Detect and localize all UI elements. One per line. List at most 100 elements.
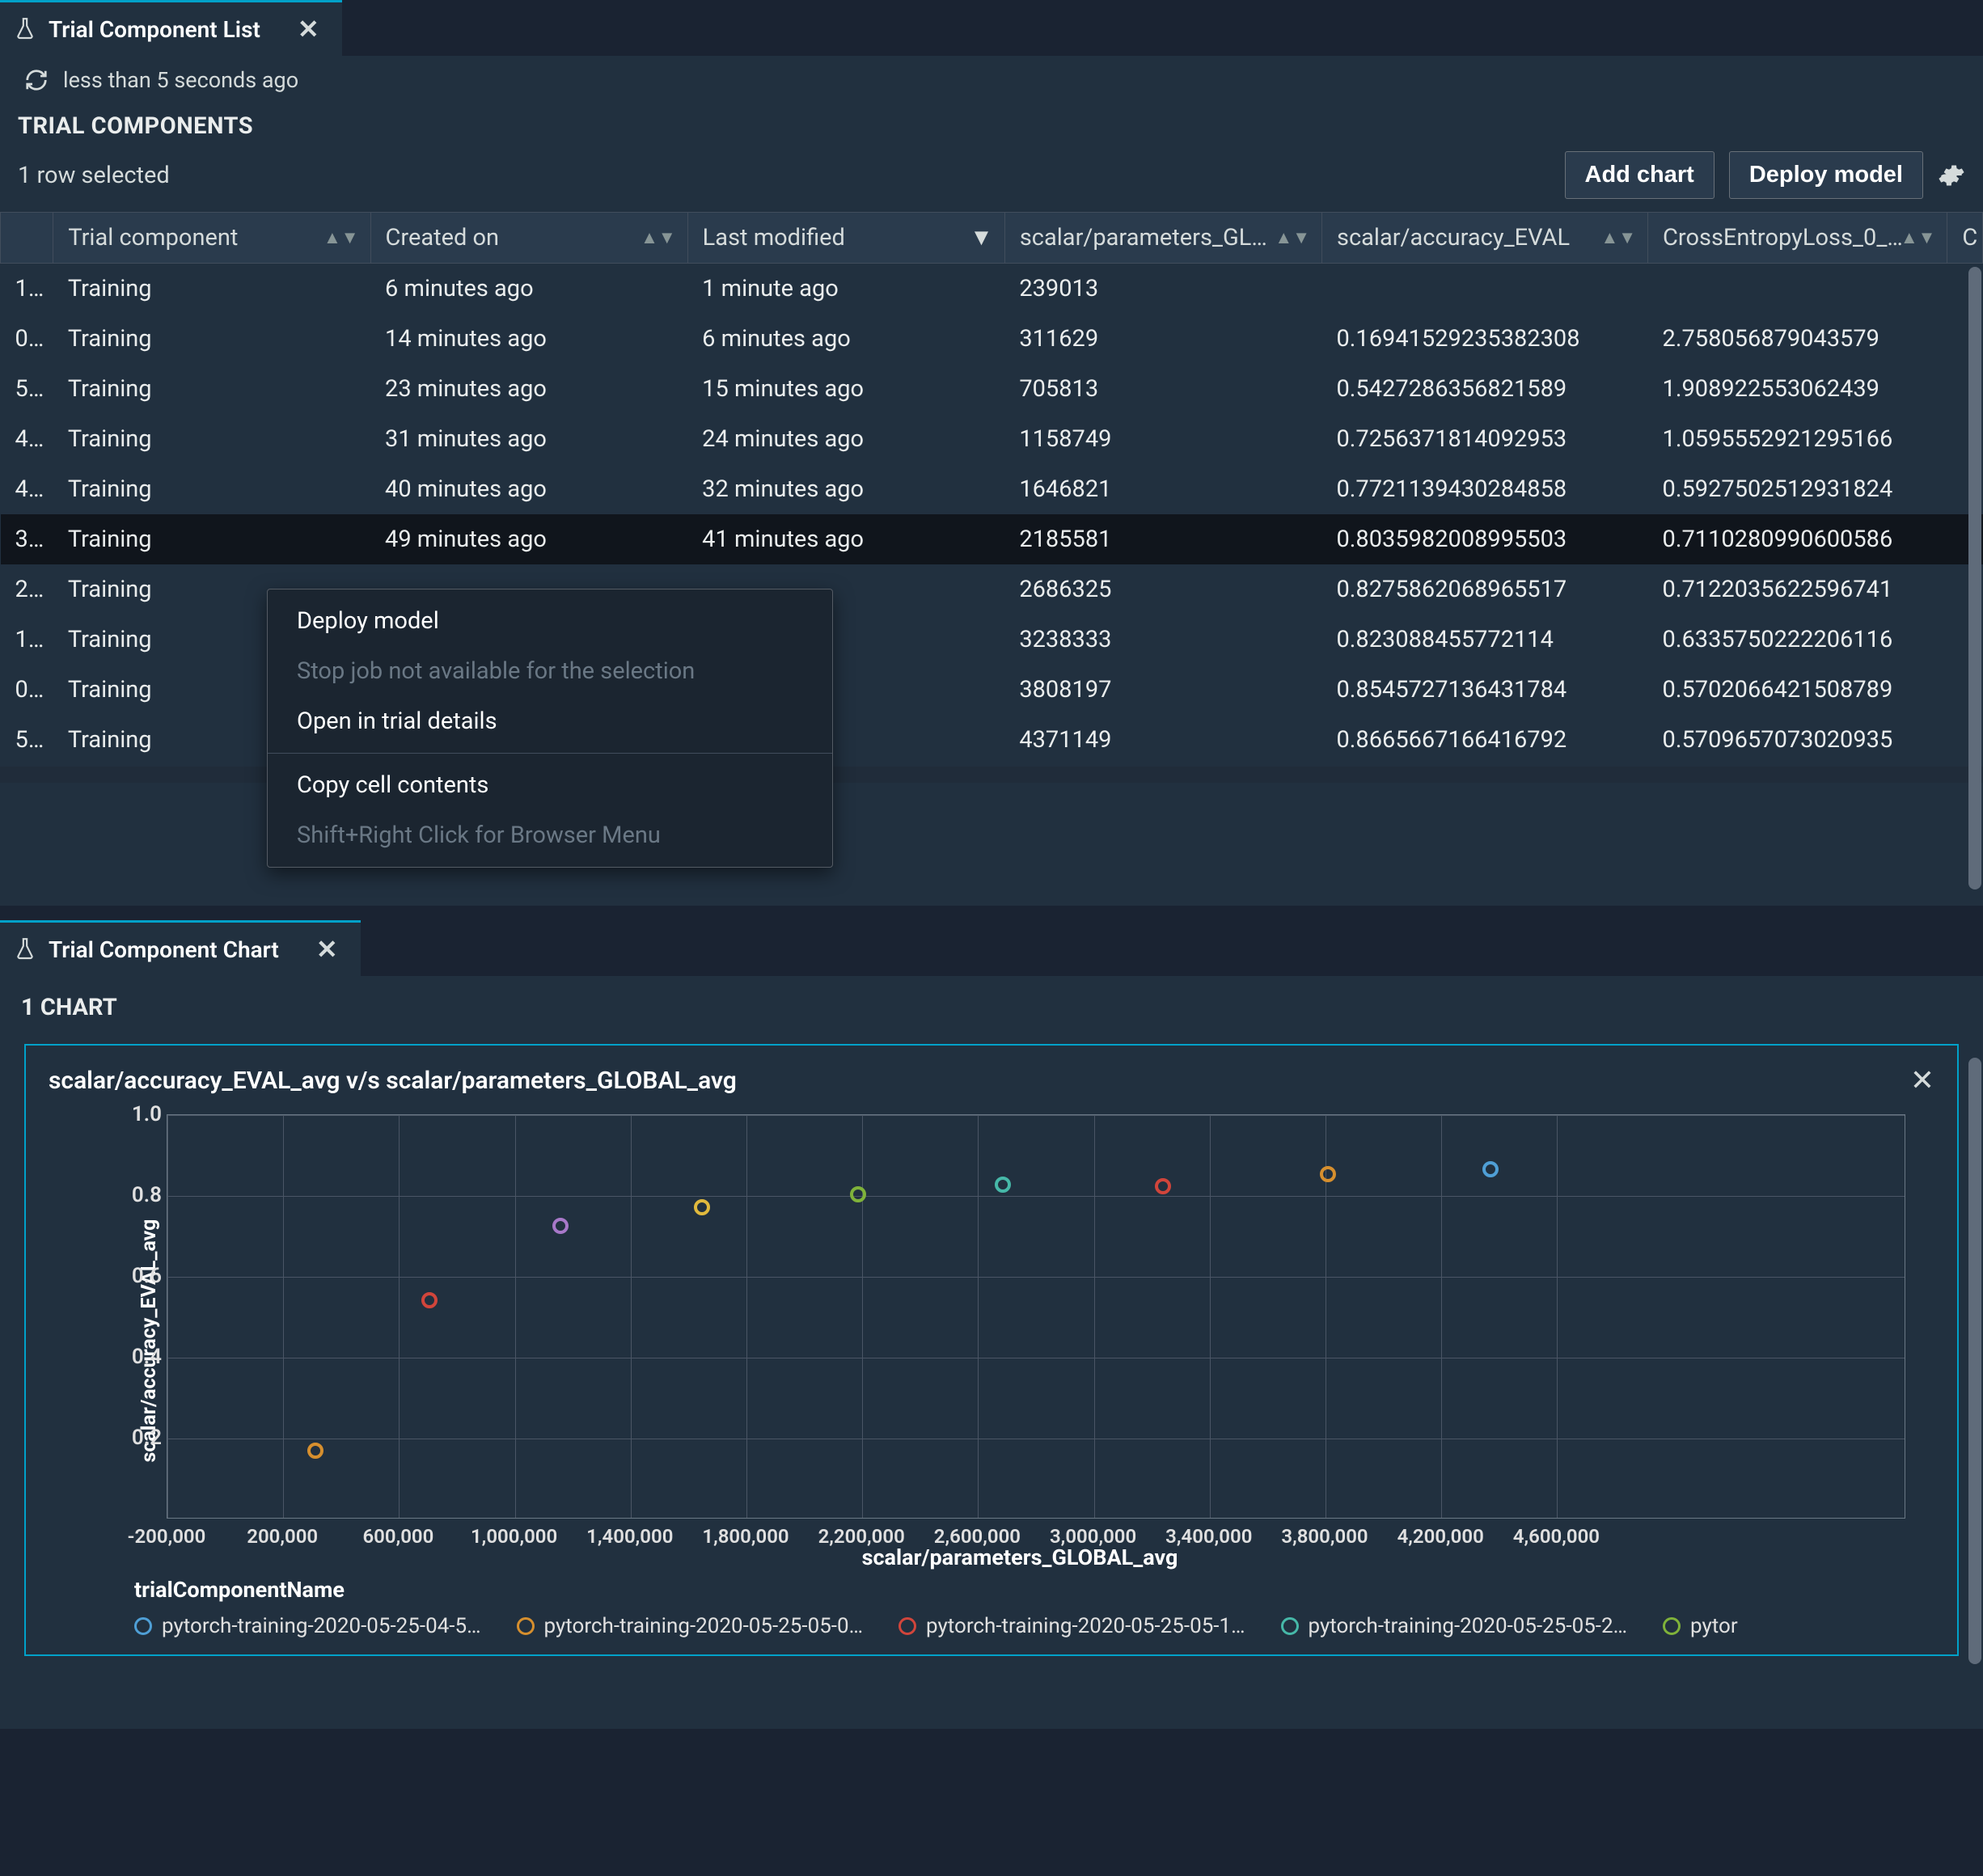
col-header-modified[interactable]: Last modified▼ (687, 213, 1004, 264)
col-header-extra[interactable]: C (1947, 213, 1983, 264)
menu-deploy-model[interactable]: Deploy model (268, 596, 832, 646)
section-title: TRIAL COMPONENTS (0, 104, 1983, 146)
close-icon[interactable]: ✕ (298, 14, 319, 44)
cell-accuracy: 0.8545727136431784 (1321, 665, 1647, 715)
trial-component-list-panel: Trial Component List ✕ less than 5 secon… (0, 0, 1983, 906)
sort-icon[interactable]: ▲▼ (323, 227, 359, 248)
cell-loss: 1.0595552921295166 (1648, 414, 1947, 464)
x-tick: -200,000 (128, 1525, 206, 1548)
x-axis-label: scalar/parameters_GLOBAL_avg (862, 1544, 1178, 1570)
table-header-row: Trial component▲▼ Created on▲▼ Last modi… (1, 213, 1983, 264)
legend-item[interactable]: pytor (1663, 1614, 1738, 1638)
cell-created: 23 minutes ago (370, 364, 687, 414)
table-row[interactable]: 3…Training49 minutes ago41 minutes ago21… (1, 514, 1983, 564)
tab-trial-component-list[interactable]: Trial Component List ✕ (0, 0, 342, 56)
cell-tc: Training (53, 514, 370, 564)
legend-row: pytorch-training-2020-05-25-04-5… pytorch… (134, 1614, 1938, 1638)
sort-icon[interactable]: ▲▼ (641, 227, 676, 248)
vertical-scrollbar[interactable] (1968, 267, 1981, 889)
cell-accuracy: 0.823088455772114 (1321, 615, 1647, 665)
chart-close-icon[interactable]: ✕ (1910, 1063, 1934, 1097)
legend-item[interactable]: pytorch-training-2020-05-25-05-0… (517, 1614, 864, 1638)
table-row[interactable]: 4…Training40 minutes ago32 minutes ago16… (1, 464, 1983, 514)
scatter-plot: scalar/accuracy_EVAL_avg scalar/paramete… (102, 1114, 1938, 1567)
x-tick: 2,200,000 (818, 1525, 905, 1548)
cell-params: 2185581 (1004, 514, 1321, 564)
cell-accuracy: 0.8275862068965517 (1321, 564, 1647, 615)
sort-icon[interactable]: ▲▼ (1600, 227, 1636, 248)
cell-loss: 1.908922553062439 (1648, 364, 1947, 414)
x-tick: 1,400,000 (586, 1525, 673, 1548)
cell-params: 1646821 (1004, 464, 1321, 514)
cell-params: 1158749 (1004, 414, 1321, 464)
data-point[interactable] (850, 1186, 866, 1202)
data-point[interactable] (995, 1177, 1011, 1193)
legend-item[interactable]: pytorch-training-2020-05-25-05-2… (1281, 1614, 1628, 1638)
cell-id: 5… (1, 715, 53, 765)
data-point[interactable] (421, 1292, 438, 1308)
col-header-params[interactable]: scalar/parameters_GL…▲▼ (1004, 213, 1321, 264)
cell-modified: 32 minutes ago (687, 464, 1004, 514)
legend-swatch (1281, 1617, 1299, 1635)
vertical-scrollbar[interactable] (1968, 1058, 1981, 1664)
y-tick: 0.4 (132, 1345, 162, 1369)
flask-icon (15, 937, 36, 961)
col-header-loss[interactable]: CrossEntropyLoss_0_…▲▼ (1648, 213, 1947, 264)
x-tick: 3,400,000 (1165, 1525, 1252, 1548)
cell-params: 3238333 (1004, 615, 1321, 665)
deploy-model-button[interactable]: Deploy model (1729, 151, 1923, 199)
col-header-accuracy[interactable]: scalar/accuracy_EVAL▲▼ (1321, 213, 1647, 264)
legend-swatch (517, 1617, 535, 1635)
refresh-text: less than 5 seconds ago (63, 67, 298, 93)
data-point[interactable] (307, 1443, 323, 1459)
data-point[interactable] (552, 1218, 569, 1234)
x-tick: 2,600,000 (934, 1525, 1021, 1548)
cell-id: 1… (1, 615, 53, 665)
legend-item[interactable]: pytorch-training-2020-05-25-04-5… (134, 1614, 481, 1638)
close-icon[interactable]: ✕ (316, 934, 338, 965)
refresh-icon[interactable] (24, 68, 49, 92)
cell-params: 4371149 (1004, 715, 1321, 765)
menu-open-trial-details[interactable]: Open in trial details (268, 696, 832, 746)
cell-accuracy (1321, 264, 1647, 315)
menu-copy-cell[interactable]: Copy cell contents (268, 760, 832, 810)
y-tick: 0.6 (132, 1264, 162, 1288)
x-tick: 4,600,000 (1513, 1525, 1600, 1548)
x-tick: 200,000 (247, 1525, 318, 1548)
cell-created: 49 minutes ago (370, 514, 687, 564)
col-header-trial-component[interactable]: Trial component▲▼ (53, 213, 370, 264)
menu-stop-job: Stop job not available for the selection (268, 646, 832, 696)
data-point[interactable] (1482, 1161, 1499, 1177)
data-point[interactable] (694, 1199, 710, 1215)
chart-card[interactable]: scalar/accuracy_EVAL_avg v/s scalar/para… (24, 1044, 1959, 1656)
cell-tc: Training (53, 464, 370, 514)
sort-icon[interactable]: ▲▼ (1901, 227, 1936, 248)
x-tick: 3,800,000 (1281, 1525, 1368, 1548)
cell-tc: Training (53, 364, 370, 414)
legend-swatch (134, 1617, 152, 1635)
data-point[interactable] (1320, 1166, 1336, 1182)
filter-icon[interactable]: ▼ (970, 224, 993, 251)
gear-icon[interactable] (1938, 162, 1965, 189)
data-point[interactable] (1155, 1178, 1171, 1194)
sort-icon[interactable]: ▲▼ (1275, 227, 1310, 248)
x-tick: 3,000,000 (1050, 1525, 1136, 1548)
legend-item[interactable]: pytorch-training-2020-05-25-05-1… (898, 1614, 1245, 1638)
tab-trial-component-chart[interactable]: Trial Component Chart ✕ (0, 920, 361, 976)
x-tick: 4,200,000 (1397, 1525, 1484, 1548)
col-header-created[interactable]: Created on▲▼ (370, 213, 687, 264)
table-row[interactable]: 1…Training6 minutes ago1 minute ago23901… (1, 264, 1983, 315)
cell-id: 0… (1, 314, 53, 364)
cell-accuracy: 0.16941529235382308 (1321, 314, 1647, 364)
legend-label: pytorch-training-2020-05-25-05-0… (544, 1614, 864, 1638)
table-row[interactable]: 5…Training23 minutes ago15 minutes ago70… (1, 364, 1983, 414)
add-chart-button[interactable]: Add chart (1565, 151, 1715, 199)
cell-params: 2686325 (1004, 564, 1321, 615)
cell-accuracy: 0.5427286356821589 (1321, 364, 1647, 414)
tab-label: Trial Component List (49, 16, 260, 43)
table-row[interactable]: 0…Training14 minutes ago6 minutes ago311… (1, 314, 1983, 364)
selection-count: 1 row selected (18, 162, 170, 189)
y-tick: 0.2 (132, 1426, 162, 1450)
table-row[interactable]: 4…Training31 minutes ago24 minutes ago11… (1, 414, 1983, 464)
col-header-id[interactable] (1, 213, 53, 264)
